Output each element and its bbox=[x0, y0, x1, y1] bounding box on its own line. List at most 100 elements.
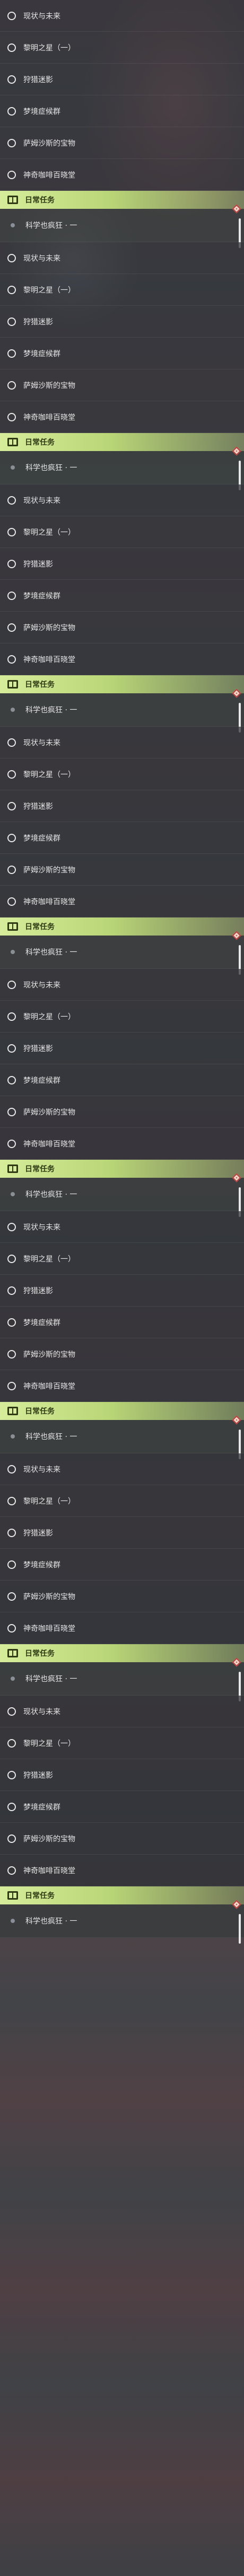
quest-item[interactable]: 狩猎迷影 bbox=[0, 790, 244, 822]
quest-status-circle-icon bbox=[7, 170, 16, 179]
quest-status-circle-icon bbox=[7, 655, 16, 664]
quest-status-circle-icon bbox=[7, 285, 16, 294]
quest-item[interactable]: 梦境症候群 bbox=[0, 580, 244, 612]
quest-status-circle-icon bbox=[7, 559, 16, 568]
daily-tasks-header[interactable]: 日常任务 bbox=[0, 1886, 244, 1904]
quest-item[interactable]: 萨姆沙斯的宝物 bbox=[0, 369, 244, 401]
quest-status-circle-icon bbox=[7, 591, 16, 600]
quest-item[interactable]: 黎明之星（一） bbox=[0, 274, 244, 306]
daily-quest-item[interactable]: 科学也疯狂 · 一 bbox=[0, 204, 244, 248]
quest-title: 黎明之星（一） bbox=[23, 770, 75, 779]
quest-bullet-icon bbox=[11, 708, 15, 712]
quest-item[interactable]: 神奇咖啡百晓堂 bbox=[0, 1128, 244, 1160]
quest-item[interactable]: 现状与未来 bbox=[0, 1211, 244, 1243]
daily-quest-item[interactable]: 科学也疯狂 · 一 bbox=[0, 689, 244, 733]
quest-status-circle-icon bbox=[7, 1528, 16, 1537]
quest-item[interactable]: 萨姆沙斯的宝物 bbox=[0, 1823, 244, 1855]
quest-item[interactable]: 神奇咖啡百晓堂 bbox=[0, 159, 244, 191]
quest-status-circle-icon bbox=[7, 11, 16, 20]
quest-status-circle-icon bbox=[7, 833, 16, 842]
quest-status-circle-icon bbox=[7, 1465, 16, 1474]
quest-status-circle-icon bbox=[7, 1802, 16, 1811]
quest-status-circle-icon bbox=[7, 623, 16, 632]
quest-item[interactable]: 梦境症候群 bbox=[0, 338, 244, 369]
quest-item[interactable]: 梦境症候群 bbox=[0, 822, 244, 854]
quest-status-circle-icon bbox=[7, 1318, 16, 1327]
quest-status-circle-icon bbox=[7, 1592, 16, 1601]
quest-title: 狩猎迷影 bbox=[23, 560, 53, 569]
daily-tasks-header[interactable]: 日常任务 bbox=[0, 1160, 244, 1178]
quest-item[interactable]: 现状与未来 bbox=[0, 727, 244, 758]
quest-item[interactable]: 现状与未来 bbox=[0, 0, 244, 32]
daily-quest-item[interactable]: 科学也疯狂 · 一 bbox=[0, 1173, 244, 1217]
quest-item[interactable]: 萨姆沙斯的宝物 bbox=[0, 127, 244, 159]
quest-bullet-icon bbox=[11, 1677, 15, 1681]
quest-item[interactable]: 狩猎迷影 bbox=[0, 64, 244, 95]
quest-status-circle-icon bbox=[7, 1770, 16, 1779]
quest-item[interactable]: 神奇咖啡百晓堂 bbox=[0, 401, 244, 433]
quest-item[interactable]: 现状与未来 bbox=[0, 484, 244, 516]
quest-item[interactable]: 黎明之星（一） bbox=[0, 32, 244, 64]
daily-tasks-header[interactable]: 日常任务 bbox=[0, 1644, 244, 1662]
quest-status-circle-icon bbox=[7, 381, 16, 390]
quest-item[interactable]: 狩猎迷影 bbox=[0, 1033, 244, 1064]
quest-item[interactable]: 萨姆沙斯的宝物 bbox=[0, 1338, 244, 1370]
book-icon bbox=[7, 680, 18, 689]
daily-tasks-header[interactable]: 日常任务 bbox=[0, 675, 244, 693]
scrollbar-thumb[interactable] bbox=[239, 1914, 241, 1944]
quest-item[interactable]: 萨姆沙斯的宝物 bbox=[0, 612, 244, 643]
quest-status-circle-icon bbox=[7, 1254, 16, 1263]
quest-item[interactable]: 黎明之星（一） bbox=[0, 1001, 244, 1033]
quest-item[interactable]: 萨姆沙斯的宝物 bbox=[0, 1096, 244, 1128]
quest-item[interactable]: 狩猎迷影 bbox=[0, 1759, 244, 1791]
quest-item[interactable]: 神奇咖啡百晓堂 bbox=[0, 1855, 244, 1886]
quest-title: 狩猎迷影 bbox=[23, 1286, 53, 1295]
quest-item[interactable]: 现状与未来 bbox=[0, 1696, 244, 1727]
quest-title: 现状与未来 bbox=[23, 1465, 60, 1474]
quest-item[interactable]: 萨姆沙斯的宝物 bbox=[0, 854, 244, 886]
quest-title: 梦境症候群 bbox=[23, 1076, 60, 1085]
quest-item[interactable]: 黎明之星（一） bbox=[0, 516, 244, 548]
quest-title: 神奇咖啡百晓堂 bbox=[23, 413, 75, 422]
quest-item[interactable]: 现状与未来 bbox=[0, 242, 244, 274]
daily-quest-title: 科学也疯狂 · 一 bbox=[25, 1433, 77, 1441]
quest-item[interactable]: 梦境症候群 bbox=[0, 1307, 244, 1338]
quest-item[interactable]: 狩猎迷影 bbox=[0, 1517, 244, 1549]
quest-title: 萨姆沙斯的宝物 bbox=[23, 1592, 75, 1601]
quest-item[interactable]: 现状与未来 bbox=[0, 969, 244, 1001]
daily-tasks-header[interactable]: 日常任务 bbox=[0, 918, 244, 936]
daily-quest-item[interactable]: 科学也疯狂 · 一 bbox=[0, 1657, 244, 1701]
quest-item[interactable]: 梦境症候群 bbox=[0, 1064, 244, 1096]
quest-bullet-icon bbox=[11, 1192, 15, 1196]
daily-tasks-header[interactable]: 日常任务 bbox=[0, 433, 244, 451]
quest-item[interactable]: 黎明之星（一） bbox=[0, 1485, 244, 1517]
quest-item[interactable]: 神奇咖啡百晓堂 bbox=[0, 643, 244, 675]
quest-item[interactable]: 黎明之星（一） bbox=[0, 1727, 244, 1759]
quest-item[interactable]: 梦境症候群 bbox=[0, 1791, 244, 1823]
quest-item[interactable]: 神奇咖啡百晓堂 bbox=[0, 1612, 244, 1644]
quest-status-circle-icon bbox=[7, 412, 16, 421]
quest-status-circle-icon bbox=[7, 770, 16, 779]
quest-item[interactable]: 梦境症候群 bbox=[0, 95, 244, 127]
quest-title: 现状与未来 bbox=[23, 496, 60, 505]
quest-item[interactable]: 狩猎迷影 bbox=[0, 548, 244, 580]
quest-item[interactable]: 狩猎迷影 bbox=[0, 306, 244, 338]
daily-tasks-header[interactable]: 日常任务 bbox=[0, 1402, 244, 1420]
quest-list: 现状与未来 黎明之星（一） 狩猎迷影 梦境症候群 萨姆沙斯的宝物 神奇咖啡百晓堂 bbox=[0, 0, 244, 1944]
quest-item[interactable]: 黎明之星（一） bbox=[0, 758, 244, 790]
daily-quest-item[interactable]: 科学也疯狂 · 一 bbox=[0, 446, 244, 490]
quest-item[interactable]: 梦境症候群 bbox=[0, 1549, 244, 1581]
quest-item[interactable]: 狩猎迷影 bbox=[0, 1275, 244, 1307]
quest-item[interactable]: 黎明之星（一） bbox=[0, 1243, 244, 1275]
daily-quest-item[interactable]: 科学也疯狂 · 一 bbox=[0, 931, 244, 975]
daily-tasks-header[interactable]: 日常任务 bbox=[0, 191, 244, 209]
quest-status-circle-icon bbox=[7, 1222, 16, 1231]
quest-item[interactable]: 现状与未来 bbox=[0, 1453, 244, 1485]
quest-item[interactable]: 神奇咖啡百晓堂 bbox=[0, 1370, 244, 1402]
quest-title: 梦境症候群 bbox=[23, 349, 60, 358]
quest-status-circle-icon bbox=[7, 1381, 16, 1390]
daily-quest-item[interactable]: 科学也疯狂 · 一 bbox=[0, 1900, 244, 1944]
daily-quest-item[interactable]: 科学也疯狂 · 一 bbox=[0, 1415, 244, 1459]
quest-item[interactable]: 萨姆沙斯的宝物 bbox=[0, 1581, 244, 1612]
quest-item[interactable]: 神奇咖啡百晓堂 bbox=[0, 886, 244, 918]
